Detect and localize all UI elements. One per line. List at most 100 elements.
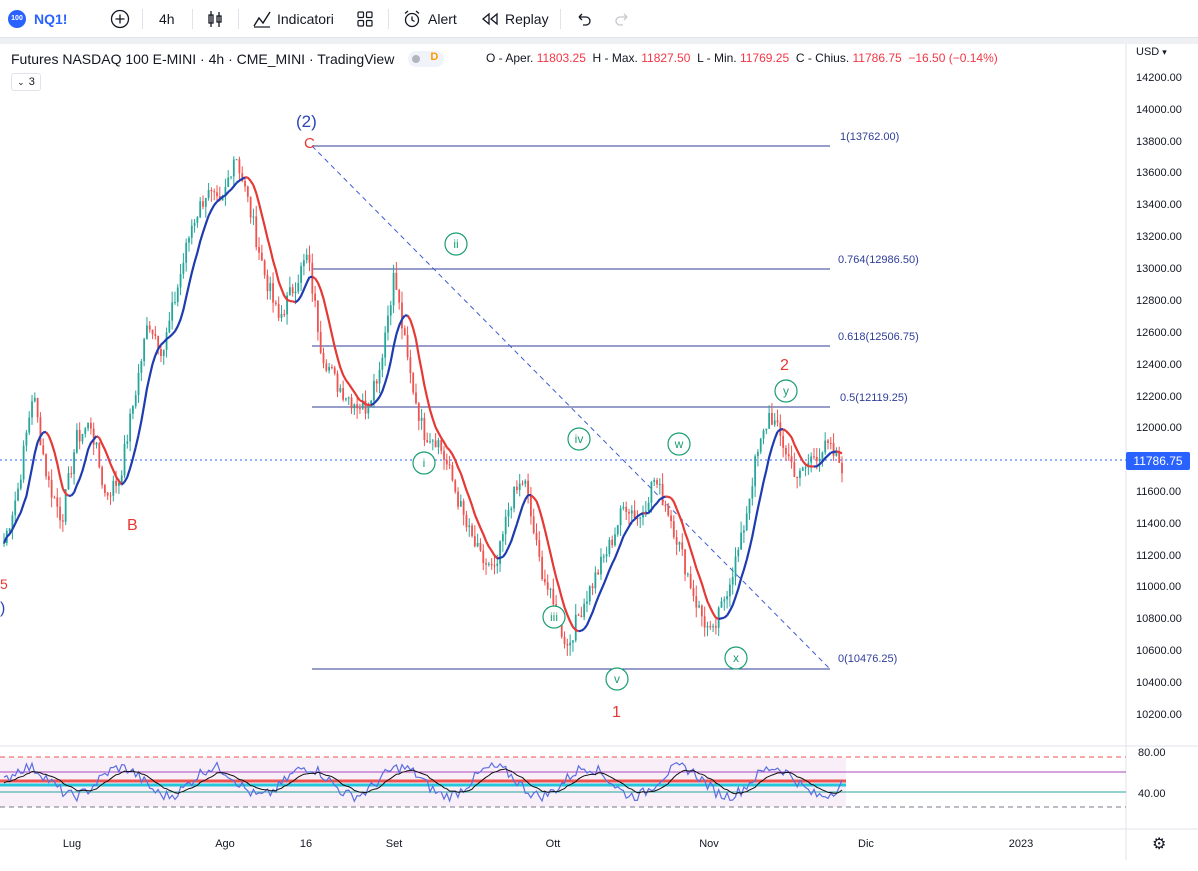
candle-body [524,480,527,484]
candle-body [667,505,670,516]
candle-body [695,596,698,608]
price-tick: 14200.00 [1136,72,1182,84]
candle-body [412,373,415,393]
candle-body [459,501,462,507]
candle-body [437,440,440,448]
time-tick: 16 [300,838,312,850]
candle-body [790,456,793,463]
wave-label-2[interactable]: 2 [780,357,789,374]
candle-body [387,315,389,333]
candle-body [272,283,274,303]
candle-body [123,443,126,476]
candle-body [768,412,771,429]
chevron-down-icon: ▾ [1162,47,1167,57]
fib-label-0618: 0.618(12506.75) [838,331,919,343]
candle-body [605,554,608,557]
candle-body [31,401,33,418]
candle-body [813,456,815,458]
wave-label-b[interactable]: B [127,517,138,534]
candle-body [316,300,319,332]
candle-body [493,565,496,567]
currency-selector[interactable]: USD ▾ [1136,46,1167,58]
wave-label-c[interactable]: C [304,135,315,152]
chart-title[interactable]: Futures NASDAQ 100 E-MINI · 4h · CME_MIN… [11,51,394,67]
candle-body [608,539,611,555]
candle-body [670,515,672,522]
candle-body [213,191,216,193]
candle-body [563,636,566,644]
candle-body [75,429,78,453]
price-tick: 12800.00 [1136,295,1182,307]
wave-label-edge[interactable]: 5 [0,576,8,592]
price-tick: 11200.00 [1136,550,1181,562]
candle-body [314,293,316,301]
candle-body [132,406,134,414]
price-chart[interactable]: 1(13762.00) 0.764(12986.50) 0.618(12506.… [0,0,1198,871]
wave-label-2-primary[interactable]: (2) [296,112,317,131]
candle-body [457,491,459,507]
candle-body [342,388,345,400]
candle-body [45,454,47,477]
candle-body [521,483,524,485]
candle-body [255,216,258,248]
candle-body [204,197,207,207]
candle-body [17,488,19,501]
candle-body [731,576,734,585]
candle-body [675,537,678,545]
wave-circle-iii[interactable]: iii [542,605,566,629]
candle-body [252,216,255,218]
candle-body [625,506,628,512]
price-tick: 10800.00 [1136,613,1182,625]
candle-body [235,159,238,161]
candle-body [630,510,633,514]
indicators-collapse-button[interactable]: ⌄ 3 [11,73,41,91]
wave-label-1[interactable]: 1 [612,704,621,721]
wave-label-w: w [674,437,684,451]
price-tick: 13200.00 [1136,231,1182,243]
main-pane[interactable] [0,44,1126,746]
price-axis[interactable]: 14200.00 14000.00 13800.00 13600.00 1340… [1136,72,1182,800]
candle-body [487,563,490,565]
wave-circle-y[interactable]: y [774,379,798,403]
time-axis[interactable]: Lug Ago 16 Set Ott Nov Dic 2023 [63,838,1033,850]
candle-body [703,616,706,628]
wave-circle-i[interactable]: i [412,451,436,475]
candle-body [179,274,182,288]
candle-body [140,361,143,373]
wave-circle-ii[interactable]: ii [444,232,468,256]
wave-circle-v[interactable]: v [605,667,629,691]
candle-body [737,549,740,557]
candle-body [232,159,235,177]
wave-circle-w[interactable]: w [667,432,691,456]
candle-body [712,626,714,628]
candle-body [594,572,597,589]
chart-legend[interactable]: Futures NASDAQ 100 E-MINI · 4h · CME_MIN… [11,50,445,68]
candle-body [431,440,434,442]
candle-body [785,447,787,455]
candle-body [762,430,765,439]
candle-body [787,454,790,457]
candle-body [661,483,664,506]
candle-body [832,443,835,456]
candle-body [137,372,140,396]
candle-body [616,525,619,535]
candle-body [535,532,538,540]
wave-circle-iv[interactable]: iv [567,427,591,451]
candle-body [381,357,384,370]
wave-label-edge-paren[interactable]: ) [0,600,5,617]
candle-body [549,588,552,590]
candle-body [288,287,291,296]
candle-body [70,473,73,475]
delayed-data-badge[interactable]: D [408,51,445,67]
candle-body [19,479,22,489]
candle-body [210,189,213,192]
candle-body [126,441,129,444]
candle-body [476,542,479,547]
candle-body [510,508,513,511]
candle-body [513,486,515,509]
chart-settings-button[interactable]: ⚙ [1152,834,1166,854]
wave-circle-x[interactable]: x [724,646,748,670]
candle-body [258,247,260,253]
candle-body [92,428,95,445]
candle-body [50,479,53,498]
